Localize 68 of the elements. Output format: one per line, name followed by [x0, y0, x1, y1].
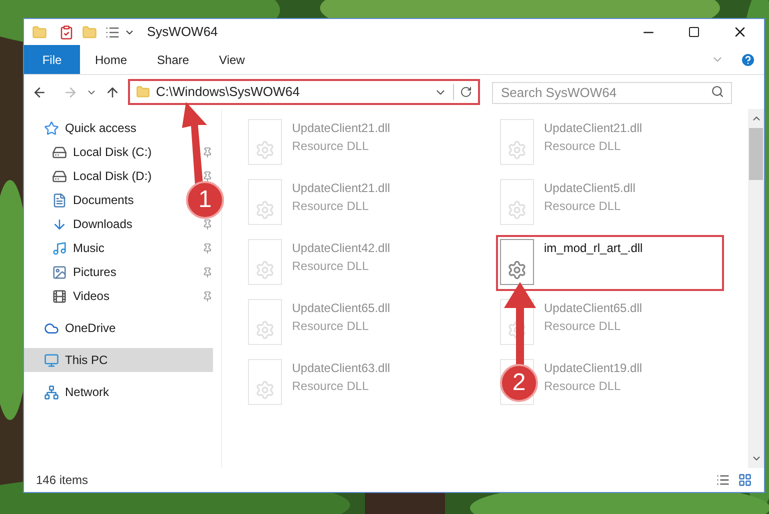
address-bar[interactable]: C:\Windows\SysWOW64 — [128, 79, 480, 105]
search-icon[interactable] — [711, 85, 724, 98]
help-icon[interactable] — [740, 52, 756, 68]
image-icon — [52, 264, 67, 280]
file-type: Resource DLL — [292, 138, 370, 155]
dll-file-icon — [500, 119, 534, 165]
dll-file-icon — [248, 179, 282, 225]
details-view-icon[interactable] — [716, 473, 730, 487]
file-name[interactable]: im_mod_rl_art_.dll — [544, 239, 643, 257]
file-type: Resource DLL — [292, 378, 370, 395]
dll-file-icon — [248, 359, 282, 405]
address-path: C:\Windows\SysWOW64 — [156, 83, 301, 102]
nav-item[interactable]: Videos — [24, 284, 118, 308]
download-icon — [52, 216, 67, 232]
dll-file-icon — [500, 179, 534, 225]
network-icon — [44, 384, 59, 400]
file-type: Resource DLL — [544, 198, 622, 215]
scrollbar[interactable] — [748, 109, 764, 468]
dll-file-icon — [248, 119, 282, 165]
pin-icon[interactable] — [202, 266, 213, 278]
dll-file-icon — [500, 239, 534, 285]
pin-icon[interactable] — [202, 146, 213, 158]
file-type: Resource DLL — [292, 318, 370, 335]
maximize-icon[interactable] — [688, 26, 700, 38]
customize-icon[interactable] — [105, 24, 120, 40]
pin-icon[interactable] — [202, 242, 213, 254]
drive-icon — [52, 168, 67, 184]
drive-icon — [52, 144, 67, 160]
nav-item[interactable]: Network — [24, 380, 213, 404]
file-tab[interactable]: File — [24, 45, 80, 74]
document-icon — [52, 192, 67, 208]
scroll-thumb[interactable] — [749, 128, 763, 180]
item-count: 146 items — [36, 472, 88, 489]
pin-icon[interactable] — [202, 290, 213, 302]
nav-item[interactable]: Local Disk (D:) — [24, 164, 160, 188]
nav-item[interactable]: Documents — [24, 188, 142, 212]
tiles-view-icon[interactable] — [738, 473, 752, 487]
file-type: Resource DLL — [544, 378, 622, 395]
back-icon[interactable] — [32, 84, 47, 100]
nav-item[interactable]: Music — [24, 236, 112, 260]
up-icon[interactable] — [105, 84, 120, 100]
pin-icon[interactable] — [202, 170, 213, 182]
nav-item[interactable]: Quick access — [24, 116, 213, 140]
nav-item[interactable]: Local Disk (C:) — [24, 140, 160, 164]
file-type: Resource DLL — [544, 318, 622, 335]
nav-item[interactable]: OneDrive — [24, 316, 213, 340]
properties-icon[interactable] — [59, 24, 74, 40]
nav-item[interactable]: This PC — [24, 348, 213, 372]
music-icon — [52, 240, 67, 256]
ribbon-tab[interactable]: Share — [142, 45, 204, 74]
search-field[interactable]: Search SysWOW64 — [492, 82, 732, 104]
star-icon — [44, 120, 59, 136]
dll-file-icon — [248, 299, 282, 345]
cloud-icon — [44, 320, 59, 336]
file-type: Resource DLL — [292, 258, 370, 275]
pin-icon[interactable] — [202, 218, 213, 230]
film-icon — [52, 288, 67, 304]
nav-item[interactable]: Downloads — [24, 212, 140, 236]
window-title: SysWOW64 — [147, 23, 218, 42]
nav-item[interactable]: Pictures — [24, 260, 124, 284]
dll-file-icon — [248, 239, 282, 285]
monitor-icon — [44, 352, 59, 368]
folder-icon — [136, 85, 150, 99]
ribbon-tab[interactable]: View — [204, 45, 260, 74]
file-type: Resource DLL — [544, 138, 622, 155]
refresh-icon[interactable] — [460, 86, 472, 98]
ribbon-tab[interactable]: Home — [80, 45, 142, 74]
file-type: Resource DLL — [292, 198, 370, 215]
